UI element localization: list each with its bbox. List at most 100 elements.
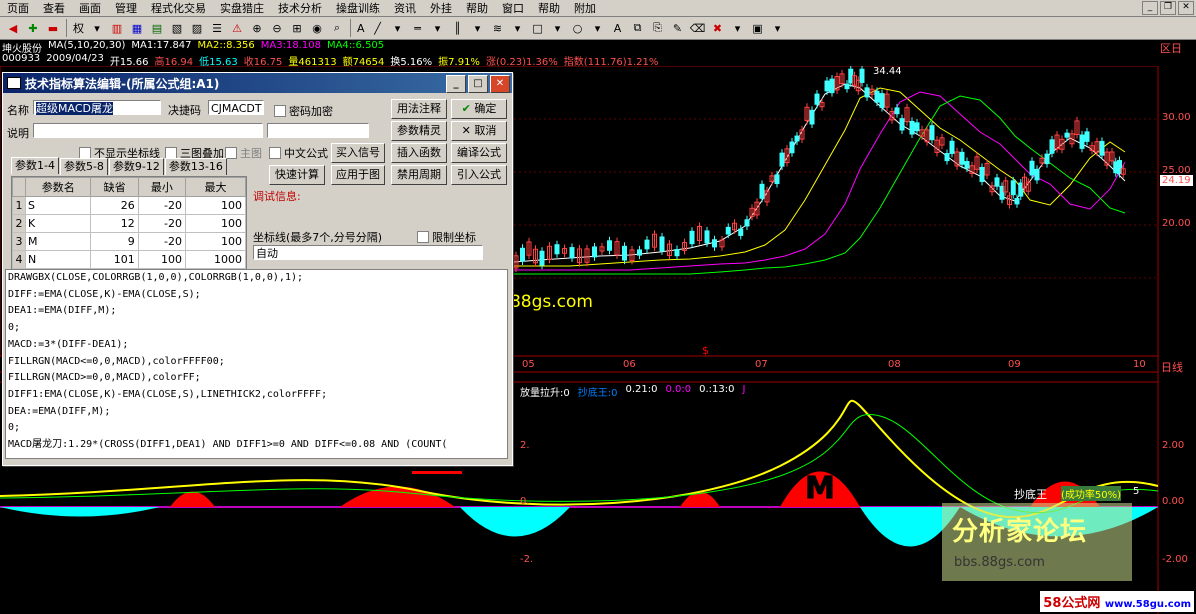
import-button[interactable]: 引入公式 xyxy=(451,165,507,185)
param-max-cell[interactable]: 1000 xyxy=(184,250,247,269)
tab-params-1-4[interactable]: 参数1-4 xyxy=(11,157,59,174)
minimize-icon[interactable]: _ xyxy=(446,75,466,93)
menu-item[interactable]: 页面 xyxy=(0,0,36,16)
dropdown-icon[interactable]: ▾ xyxy=(389,19,407,37)
checkbox-box[interactable] xyxy=(417,231,429,243)
menu-item[interactable]: 管理 xyxy=(108,0,144,16)
eye-icon[interactable]: ◉ xyxy=(308,19,326,37)
close-icon[interactable]: ✕ xyxy=(1178,1,1194,15)
param-default-cell[interactable]: 9 xyxy=(90,232,139,251)
restore-icon[interactable]: ❐ xyxy=(1160,1,1176,15)
dropdown-icon[interactable]: ▾ xyxy=(469,19,487,37)
cancel-button[interactable]: ✕ 取消 xyxy=(451,121,507,141)
formula-editor-dialog[interactable]: 技术指标算法编辑-(所属公式组:A1) _ □ ✕ 名称 超级MACD屠龙 决捷… xyxy=(2,72,513,466)
close-icon[interactable]: ✕ xyxy=(490,75,510,93)
param-max-cell[interactable]: 100 xyxy=(184,232,247,251)
param-name-cell[interactable]: S xyxy=(24,196,92,215)
param-min-cell[interactable]: -20 xyxy=(137,196,186,215)
param-min-cell[interactable]: 100 xyxy=(137,250,186,269)
alarm-icon[interactable]: ⚠ xyxy=(228,19,246,37)
menu-item[interactable]: 画面 xyxy=(72,0,108,16)
lock-icon[interactable]: ⊞ xyxy=(288,19,306,37)
main-chart-checkbox[interactable]: 主图 xyxy=(225,145,262,161)
line-tool-icon[interactable]: ╱ xyxy=(369,19,387,37)
dropdown-icon[interactable]: ▾ xyxy=(509,19,527,37)
param-name-cell[interactable]: K xyxy=(24,214,92,233)
encrypt-checkbox[interactable]: 密码加密 xyxy=(274,103,333,119)
menu-item[interactable]: 操盘训练 xyxy=(329,0,387,16)
param-default-cell[interactable]: 26 xyxy=(90,196,139,215)
usage-button[interactable]: 用法注释 xyxy=(391,99,447,119)
search-icon[interactable]: ⌕ xyxy=(328,19,346,37)
back-icon[interactable]: ◀ xyxy=(4,19,22,37)
checkbox-box[interactable] xyxy=(274,105,286,117)
hline-tool-icon[interactable]: ═ xyxy=(409,19,427,37)
cursor-tool[interactable]: A xyxy=(355,22,367,35)
checkbox-box[interactable] xyxy=(269,147,281,159)
menu-item[interactable]: 实盘猎庄 xyxy=(213,0,271,16)
text-tool-icon[interactable]: A xyxy=(609,19,627,37)
ban-period-button[interactable]: 禁用周期 xyxy=(391,165,447,185)
shortcut-input[interactable]: CJMACDT xyxy=(208,100,264,115)
save-icon[interactable]: ▣ xyxy=(749,19,767,37)
param-max-cell[interactable]: 100 xyxy=(184,196,247,215)
ok-button[interactable]: ✔ 确定 xyxy=(451,99,507,119)
tab-params-9-12[interactable]: 参数9-12 xyxy=(108,158,164,175)
dropdown-icon[interactable]: ▾ xyxy=(589,19,607,37)
layout-icon[interactable]: ▨ xyxy=(188,19,206,37)
rights-label[interactable]: 权 xyxy=(71,20,86,36)
quick-calc-button[interactable]: 快速计算 xyxy=(269,165,325,185)
buy-signal-button[interactable]: 买入信号 xyxy=(331,143,385,163)
dropdown-icon[interactable]: ▾ xyxy=(429,19,447,37)
dropdown-icon[interactable]: ▾ xyxy=(769,19,787,37)
ellipse-tool-icon[interactable]: ○ xyxy=(569,19,587,37)
add-icon[interactable]: ✚ xyxy=(24,19,42,37)
formula-code-editor[interactable]: DRAWGBX(CLOSE,COLORRGB(1,0,0),COLORRGB(1… xyxy=(5,269,508,459)
dropdown-icon[interactable]: ▾ xyxy=(729,19,747,37)
copy-icon[interactable]: ⧉ xyxy=(629,19,647,37)
period-icon[interactable]: ▦ xyxy=(128,19,146,37)
param-name-cell[interactable]: M xyxy=(24,232,92,251)
vline-tool-icon[interactable]: ║ xyxy=(449,19,467,37)
desc-input[interactable] xyxy=(33,123,263,138)
chart-icon[interactable]: ▤ xyxy=(148,19,166,37)
paste-icon[interactable]: ⎘ xyxy=(649,19,667,37)
limit-axis-checkbox[interactable]: 限制坐标 xyxy=(417,229,476,245)
menu-item[interactable]: 附加 xyxy=(567,0,603,16)
menu-item[interactable]: 外挂 xyxy=(423,0,459,16)
paint-icon[interactable]: ✎ xyxy=(669,19,687,37)
param-name-cell[interactable]: N xyxy=(24,250,92,269)
param-default-cell[interactable]: 12 xyxy=(90,214,139,233)
fan-tool-icon[interactable]: ≋ xyxy=(489,19,507,37)
tab-params-5-8[interactable]: 参数5-8 xyxy=(59,158,108,175)
maximize-icon[interactable]: □ xyxy=(468,75,488,93)
apply-button[interactable]: 应用于图 xyxy=(331,165,385,185)
menu-item[interactable]: 资讯 xyxy=(387,0,423,16)
zoom-out-icon[interactable]: ⊖ xyxy=(268,19,286,37)
compile-button[interactable]: 编译公式 xyxy=(451,143,507,163)
param-default-cell[interactable]: 101 xyxy=(90,250,139,269)
erase-icon[interactable]: ⌫ xyxy=(689,19,707,37)
dropdown-icon[interactable]: ▾ xyxy=(88,19,106,37)
dialog-title-bar[interactable]: 技术指标算法编辑-(所属公式组:A1) _ □ ✕ xyxy=(3,73,512,93)
menu-item[interactable]: 帮助 xyxy=(531,0,567,16)
zoom-in-icon[interactable]: ⊕ xyxy=(248,19,266,37)
tab-params-13-16[interactable]: 参数13-16 xyxy=(164,158,227,175)
menu-item[interactable]: 帮助 xyxy=(459,0,495,16)
param-min-cell[interactable]: -20 xyxy=(137,214,186,233)
candle-icon[interactable]: ▥ xyxy=(108,19,126,37)
rect-tool-icon[interactable]: □ xyxy=(529,19,547,37)
delete-icon[interactable]: ✖ xyxy=(709,19,727,37)
desc-input-2[interactable] xyxy=(267,123,369,138)
dropdown-icon[interactable]: ▾ xyxy=(549,19,567,37)
param-min-cell[interactable]: -20 xyxy=(137,232,186,251)
grid-icon[interactable]: ▧ xyxy=(168,19,186,37)
menu-item[interactable]: 程式化交易 xyxy=(144,0,213,16)
remove-icon[interactable]: ▬ xyxy=(44,19,62,37)
param-max-cell[interactable]: 100 xyxy=(184,214,247,233)
insert-function-button[interactable]: 插入函数 xyxy=(391,143,447,163)
name-input[interactable]: 超级MACD屠龙 xyxy=(33,100,161,115)
axis-input[interactable]: 自动 xyxy=(253,245,483,260)
menu-item[interactable]: 查看 xyxy=(36,0,72,16)
menu-item[interactable]: 技术分析 xyxy=(271,0,329,16)
